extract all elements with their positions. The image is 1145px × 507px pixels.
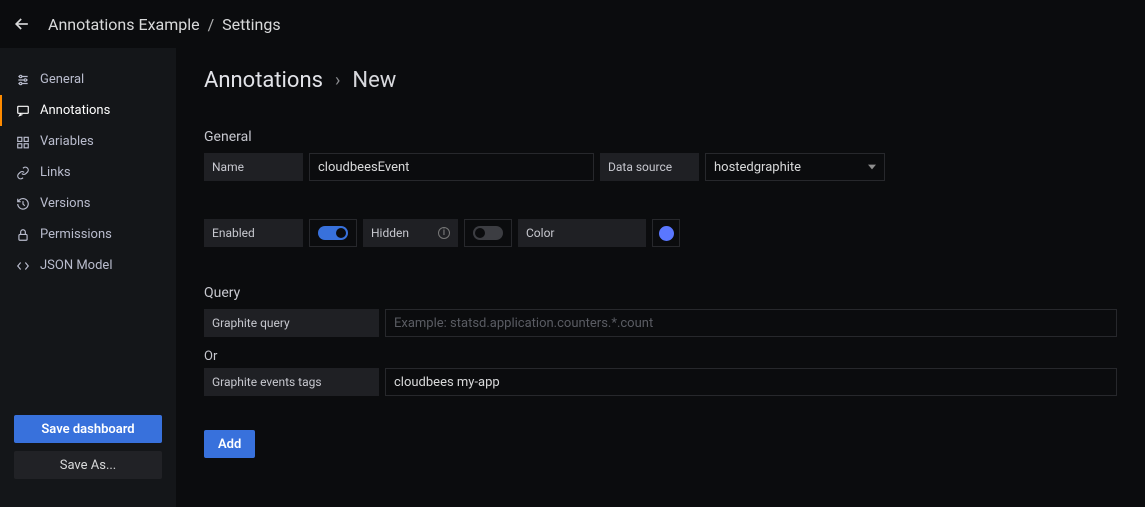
enabled-label: Enabled (204, 219, 303, 247)
caret-down-icon (868, 163, 876, 171)
sidebar-item-annotations[interactable]: Annotations (0, 95, 176, 126)
breadcrumb-leaf: New (352, 68, 396, 93)
sidebar: General Annotations Variables Links Vers… (0, 48, 176, 507)
sidebar-item-versions[interactable]: Versions (0, 188, 176, 219)
color-swatch (659, 226, 674, 241)
hidden-toggle-container (464, 219, 512, 247)
graphite-query-label: Graphite query (204, 309, 379, 337)
sidebar-item-permissions[interactable]: Permissions (0, 219, 176, 250)
datasource-select[interactable]: hostedgraphite (705, 153, 885, 181)
name-input[interactable] (309, 153, 594, 181)
sidebar-item-json-model[interactable]: JSON Model (0, 250, 176, 281)
sidebar-item-label: JSON Model (40, 258, 112, 273)
page-title: Annotations Example / Settings (48, 15, 281, 34)
sidebar-item-label: Versions (40, 196, 90, 211)
breadcrumb: Annotations › New (204, 68, 1117, 93)
sidebar-item-label: Links (40, 165, 71, 180)
chevron-right-icon: › (335, 70, 340, 91)
name-label: Name (204, 153, 303, 181)
graphite-tags-label: Graphite events tags (204, 368, 379, 396)
info-icon[interactable]: i (438, 227, 450, 239)
save-dashboard-button[interactable]: Save dashboard (14, 415, 162, 443)
sidebar-item-label: Annotations (40, 103, 110, 118)
enabled-toggle[interactable] (318, 226, 348, 240)
breadcrumb-root[interactable]: Annotations (204, 68, 323, 93)
enabled-toggle-container (309, 219, 357, 247)
back-arrow-icon[interactable] (12, 14, 32, 34)
sidebar-item-label: General (40, 72, 84, 87)
section-title-general: General (204, 129, 1117, 145)
hidden-toggle[interactable] (473, 226, 503, 240)
add-button[interactable]: Add (204, 430, 255, 458)
graphite-query-input[interactable] (385, 309, 1117, 337)
color-picker[interactable] (652, 219, 680, 247)
color-label: Color (518, 219, 646, 247)
datasource-label: Data source (600, 153, 699, 181)
sidebar-item-general[interactable]: General (0, 64, 176, 95)
graphite-tags-input[interactable] (385, 368, 1117, 396)
sidebar-item-label: Permissions (40, 227, 112, 242)
main-content: Annotations › New General Name Data sour… (176, 48, 1145, 507)
save-as-button[interactable]: Save As... (14, 451, 162, 479)
or-label: Or (204, 345, 1117, 368)
sidebar-item-label: Variables (40, 134, 94, 149)
hidden-label: Hidden i (363, 219, 458, 247)
sidebar-item-links[interactable]: Links (0, 157, 176, 188)
section-title-query: Query (204, 285, 1117, 301)
sidebar-item-variables[interactable]: Variables (0, 126, 176, 157)
